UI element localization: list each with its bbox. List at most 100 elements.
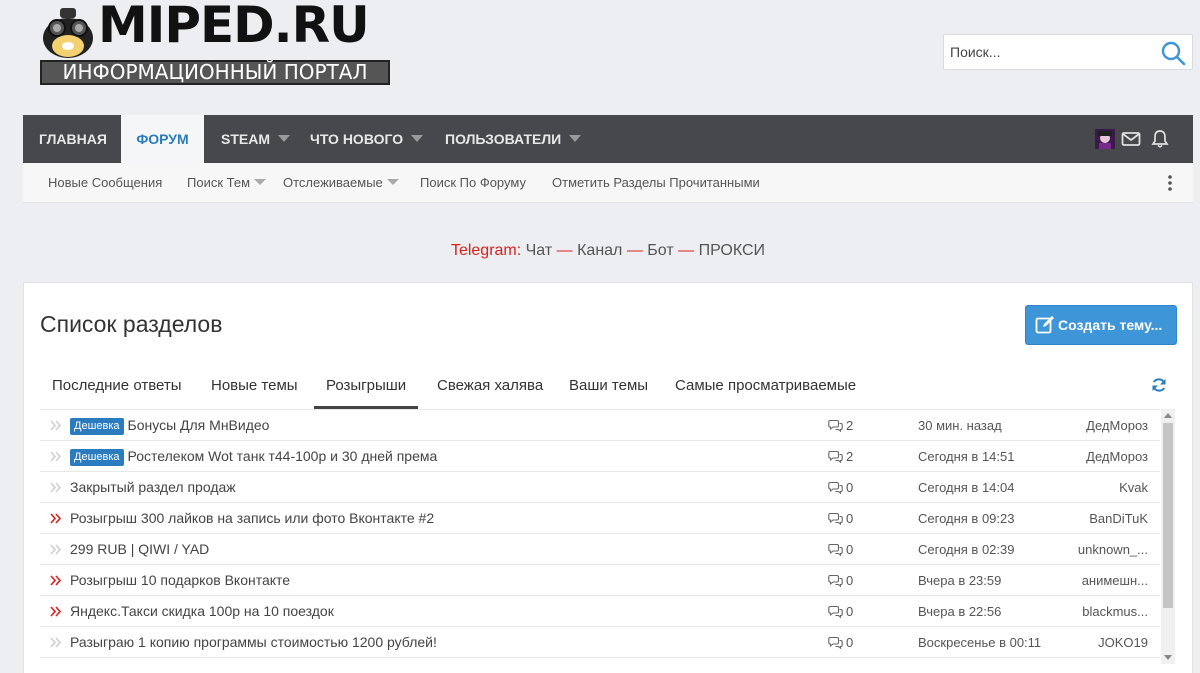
thread-time[interactable]: 30 мин. назад	[918, 410, 1002, 441]
telegram-link-channel[interactable]: Канал	[577, 242, 622, 259]
thread-time[interactable]: Сегодня в 14:51	[918, 441, 1014, 472]
nav-item-users[interactable]: Пользователи	[445, 115, 582, 163]
thread-title-text[interactable]: 299 RUB | QIWI / YAD	[70, 541, 209, 557]
nav-item-whats-new[interactable]: Что нового	[310, 115, 424, 163]
prefix-badge[interactable]: Дешевка	[70, 418, 124, 435]
avatar[interactable]	[1095, 129, 1115, 149]
thread-title-text[interactable]: Розыгрыш 10 подарков Вконтакте	[70, 572, 290, 588]
nav-item-steam[interactable]: Steam	[221, 115, 290, 163]
thread-title-text[interactable]: Разыграю 1 копию программы стоимостью 12…	[70, 634, 437, 650]
search-icon[interactable]	[1160, 40, 1186, 66]
comments-icon	[828, 605, 843, 618]
thread-time[interactable]: Сегодня в 02:39	[918, 534, 1014, 565]
nav-item-label: Форум	[136, 131, 189, 147]
tab-fresh-freebies[interactable]: Свежая халява	[425, 367, 555, 409]
thread-title-text[interactable]: Розыгрыш 300 лайков на запись или фото В…	[70, 510, 434, 526]
thread-title-text[interactable]: Закрытый раздел продаж	[70, 479, 236, 495]
thread-marker-icon	[50, 482, 62, 493]
subnav-mark-read[interactable]: Отметить Разделы Прочитанными	[552, 163, 760, 203]
search-input[interactable]	[944, 35, 1154, 69]
thread-title[interactable]: Яндекс.Такси скидка 100р на 10 поездок	[70, 596, 334, 627]
separator: —	[678, 242, 695, 259]
table-row[interactable]: Разыграю 1 копию программы стоимостью 12…	[40, 627, 1160, 658]
thread-title-text[interactable]: Ростелеком Wot танк т44-100р и 30 дней п…	[128, 448, 438, 464]
thread-author[interactable]: ДедМороз	[1086, 410, 1148, 441]
reply-count-value: 0	[846, 511, 854, 526]
subnav-watched[interactable]: Отслеживаемые	[283, 163, 399, 203]
thread-title[interactable]: Закрытый раздел продаж	[70, 472, 236, 503]
thread-time[interactable]: Сегодня в 14:04	[918, 472, 1014, 503]
prefix-badge[interactable]: Дешевка	[70, 449, 124, 466]
tab-your-threads[interactable]: Ваши темы	[557, 367, 660, 409]
thread-title[interactable]: Дешевка Ростелеком Wot танк т44-100р и 30…	[70, 441, 437, 472]
table-row[interactable]: Закрытый раздел продаж 0 Сегодня в 14:04 Kv…	[40, 472, 1160, 503]
subnav-label: Отметить Разделы Прочитанными	[552, 175, 760, 190]
table-row[interactable]: Дешевка Ростелеком Wot танк т44-100р и 30…	[40, 441, 1160, 472]
thread-title[interactable]: Разыграю 1 копию программы стоимостью 12…	[70, 627, 437, 658]
thread-marker-icon	[50, 420, 62, 431]
thread-marker-icon	[50, 451, 62, 462]
table-row[interactable]: Розыгрыш 300 лайков на запись или фото В…	[40, 503, 1160, 534]
more-options-icon[interactable]	[1167, 174, 1173, 192]
thread-title[interactable]: Розыгрыш 300 лайков на запись или фото В…	[70, 503, 434, 534]
thread-marker-icon	[50, 637, 62, 648]
tab-label: Розыгрыши	[326, 377, 407, 394]
nav-item-forum[interactable]: Форум	[121, 115, 204, 163]
reply-count-value: 0	[846, 635, 854, 650]
thread-title-text[interactable]: Бонусы Для МнВидео	[128, 417, 270, 433]
thread-time[interactable]: Воскресенье в 00:11	[918, 627, 1041, 658]
thread-title[interactable]: Розыгрыш 10 подарков Вконтакте	[70, 565, 290, 596]
reply-count-value: 0	[846, 604, 854, 619]
table-row[interactable]: Дешевка Бонусы Для МнВидео 2 30 мин. назад Д…	[40, 410, 1160, 441]
telegram-link-chat[interactable]: Чат	[526, 242, 553, 259]
chevron-down-icon	[254, 179, 267, 185]
nav-item-home[interactable]: Главная	[39, 115, 107, 163]
table-row[interactable]: Яндекс.Такси скидка 100р на 10 поездок 0 В…	[40, 596, 1160, 627]
subnav-search-threads[interactable]: Поиск Тем	[187, 163, 267, 203]
reply-count: 0	[828, 596, 853, 627]
tab-giveaways[interactable]: Розыгрыши	[314, 367, 419, 409]
create-thread-button[interactable]: Создать тему...	[1025, 305, 1177, 345]
comments-icon	[828, 419, 843, 432]
scrollbar[interactable]	[1161, 409, 1175, 664]
thread-title[interactable]: Дешевка Бонусы Для МнВидео	[70, 410, 269, 441]
thread-author[interactable]: unknown_...	[1078, 534, 1148, 565]
nav-item-label: Главная	[39, 131, 107, 147]
thread-time[interactable]: Сегодня в 09:23	[918, 503, 1014, 534]
telegram-label: Telegram:	[450, 242, 522, 259]
tab-new-threads[interactable]: Новые темы	[199, 367, 310, 409]
thread-author[interactable]: Kvak	[1119, 472, 1148, 503]
chevron-down-icon	[569, 135, 582, 142]
thread-author[interactable]: BanDiTuK	[1089, 503, 1148, 534]
thread-author[interactable]: blackmus...	[1082, 596, 1148, 627]
subnav-search-forum[interactable]: Поиск По Форуму	[420, 163, 526, 203]
reply-count: 0	[828, 503, 853, 534]
scroll-up-icon[interactable]	[1164, 413, 1172, 418]
thread-time[interactable]: Вчера в 22:56	[918, 596, 1001, 627]
page-title: Список разделов	[40, 311, 223, 337]
thread-author[interactable]: JOKO19	[1098, 627, 1148, 658]
reply-count-value: 2	[846, 418, 854, 433]
tab-most-viewed[interactable]: Самые просматриваемые	[663, 367, 868, 409]
thread-title[interactable]: 299 RUB | QIWI / YAD	[70, 534, 209, 565]
comments-icon	[828, 543, 843, 556]
site-logo[interactable]: MIPED.RU ИНФОРМАЦИОННЫЙ ПОРТАЛ	[40, 0, 390, 86]
subnav-label: Отслеживаемые	[283, 175, 383, 190]
table-row[interactable]: 299 RUB | QIWI / YAD 0 Сегодня в 02:39 unkn…	[40, 534, 1160, 565]
hot-thread-icon	[50, 513, 62, 524]
thread-title-text[interactable]: Яндекс.Такси скидка 100р на 10 поездок	[70, 603, 334, 619]
thread-time[interactable]: Вчера в 23:59	[918, 565, 1001, 596]
thread-author[interactable]: ДедМороз	[1086, 441, 1148, 472]
bell-icon[interactable]	[1150, 129, 1170, 149]
refresh-icon[interactable]	[1151, 377, 1167, 393]
scrollbar-thumb[interactable]	[1163, 423, 1173, 608]
subnav-new-posts[interactable]: Новые Сообщения	[48, 163, 162, 203]
thread-author[interactable]: анимешн...	[1082, 565, 1148, 596]
telegram-link-bot[interactable]: Бот	[647, 242, 673, 259]
mail-icon[interactable]	[1121, 129, 1141, 149]
reply-count-value: 0	[846, 573, 854, 588]
table-row[interactable]: Розыгрыш 10 подарков Вконтакте 0 Вчера в 2…	[40, 565, 1160, 596]
tab-latest-replies[interactable]: Последние ответы	[40, 367, 194, 409]
telegram-link-proxy[interactable]: ПРОКСИ	[699, 242, 765, 259]
scroll-down-icon[interactable]	[1164, 655, 1172, 660]
